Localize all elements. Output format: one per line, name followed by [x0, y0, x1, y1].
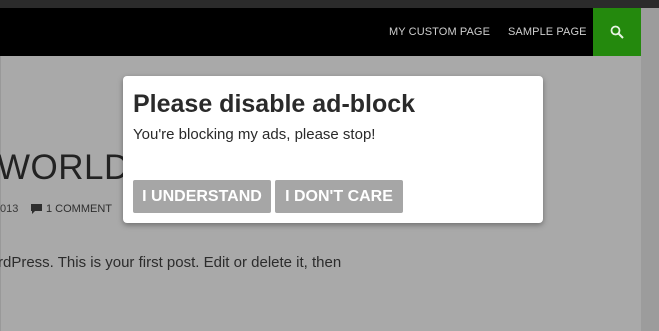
site-header: MY CUSTOM PAGE SAMPLE PAGE — [0, 8, 641, 56]
modal-message: You're blocking my ads, please stop! — [133, 126, 376, 143]
post-title[interactable]: WORLD! — [0, 148, 140, 188]
modal-title: Please disable ad-block — [133, 90, 416, 118]
i-dont-care-button[interactable]: I DON'T CARE — [275, 180, 403, 213]
search-icon — [610, 25, 624, 39]
i-understand-button[interactable]: I UNDERSTAND — [133, 180, 271, 213]
post-date[interactable]: 013 — [0, 203, 18, 215]
comments-link[interactable]: 1 COMMENT — [46, 203, 112, 215]
adblock-modal: Please disable ad-block You're blocking … — [123, 76, 543, 223]
post-excerpt: rdPress. This is your first post. Edit o… — [0, 254, 342, 271]
search-toggle-button[interactable] — [593, 8, 641, 56]
comment-bubble-icon — [31, 204, 42, 214]
window-top-strip — [0, 0, 659, 8]
page-scrollbar[interactable] — [641, 8, 659, 331]
nav-item-sample-page[interactable]: SAMPLE PAGE — [508, 8, 587, 56]
content-divider — [0, 56, 1, 331]
nav-item-my-custom-page[interactable]: MY CUSTOM PAGE — [389, 8, 490, 56]
